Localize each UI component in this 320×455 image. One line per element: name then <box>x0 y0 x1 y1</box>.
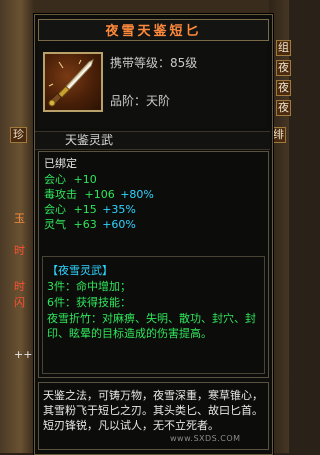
subtitle-bar: 天鉴灵武 <box>35 131 270 150</box>
stat-row: 会心 +15 +35% <box>44 203 136 217</box>
item-grade: 品阶：天阶 <box>110 94 171 108</box>
left-fragment-3: 时 <box>14 280 25 293</box>
right-button-1[interactable]: 组 <box>276 40 291 56</box>
item-title: 夜雪天鉴短匕 <box>105 24 202 39</box>
stat-row: 毒攻击 +106 +80% <box>44 188 154 202</box>
stats-panel: 已绑定 会心 +10 毒攻击 +106 +80% 会心 +15 +35% 灵气 … <box>38 151 269 378</box>
stat-row: 会心 +10 <box>44 173 97 187</box>
stat-base: +10 <box>73 173 97 186</box>
stat-base: +106 <box>84 188 115 201</box>
left-fragment-1: 玉 <box>14 212 25 225</box>
bound-status: 已绑定 <box>44 157 77 170</box>
left-fragment-5: ++ <box>14 348 33 361</box>
left-fragment-2: 时 <box>14 244 25 257</box>
lore-text: 天鉴之法，可铸万物，夜雪深重，寒草锥心，其雪粉飞于短匕之刃。其头类匕、故曰匕首。… <box>43 389 263 432</box>
stat-bonus: +60% <box>102 218 136 231</box>
set-bonus-box: 【夜雪灵武】 3件：命中增加； 6件：获得技能： 夜雪折竹：对麻痹、失明、散功、… <box>42 256 265 374</box>
stat-base: +15 <box>73 203 97 216</box>
level-requirement: 携带等级：85级 <box>110 56 198 70</box>
set-piece-3: 3件：命中增加； <box>47 280 131 293</box>
stat-label: 灵气 <box>44 218 66 231</box>
stat-label: 会心 <box>44 173 66 186</box>
stat-bonus: +80% <box>120 188 154 201</box>
stat-label: 会心 <box>44 203 66 216</box>
item-subtitle: 天鉴灵武 <box>65 133 114 147</box>
stat-bonus: +35% <box>102 203 136 216</box>
right-button-2[interactable]: 夜 <box>276 60 291 76</box>
right-tab[interactable]: 绯 <box>271 127 286 143</box>
stat-row: 灵气 +63 +60% <box>44 218 136 232</box>
right-button-3[interactable]: 夜 <box>276 80 291 96</box>
right-button-4[interactable]: 夜 <box>276 100 291 116</box>
left-tab[interactable]: 珍 <box>10 127 27 143</box>
item-tooltip: 夜雪天鉴短匕 携带等级：85级 品阶：天阶 天鉴灵武 已绑定 会心 +10 毒攻… <box>34 14 273 455</box>
watermark: www.SXDS.COM <box>170 434 241 443</box>
stat-base: +63 <box>73 218 97 231</box>
set-skill-description: 夜雪折竹：对麻痹、失明、散功、封穴、封印、眩晕的目标造成的伤害提高。 <box>47 312 256 340</box>
item-header: 携带等级：85级 品阶：天阶 <box>38 42 267 128</box>
set-piece-6: 6件：获得技能： <box>47 296 131 309</box>
stat-label: 毒攻击 <box>44 188 77 201</box>
title-bar: 夜雪天鉴短匕 <box>38 19 269 41</box>
left-fragment-4: 闪 <box>14 296 25 309</box>
set-name: 【夜雪灵武】 <box>47 264 113 277</box>
dagger-icon <box>43 52 103 112</box>
left-side-panel <box>0 0 34 453</box>
